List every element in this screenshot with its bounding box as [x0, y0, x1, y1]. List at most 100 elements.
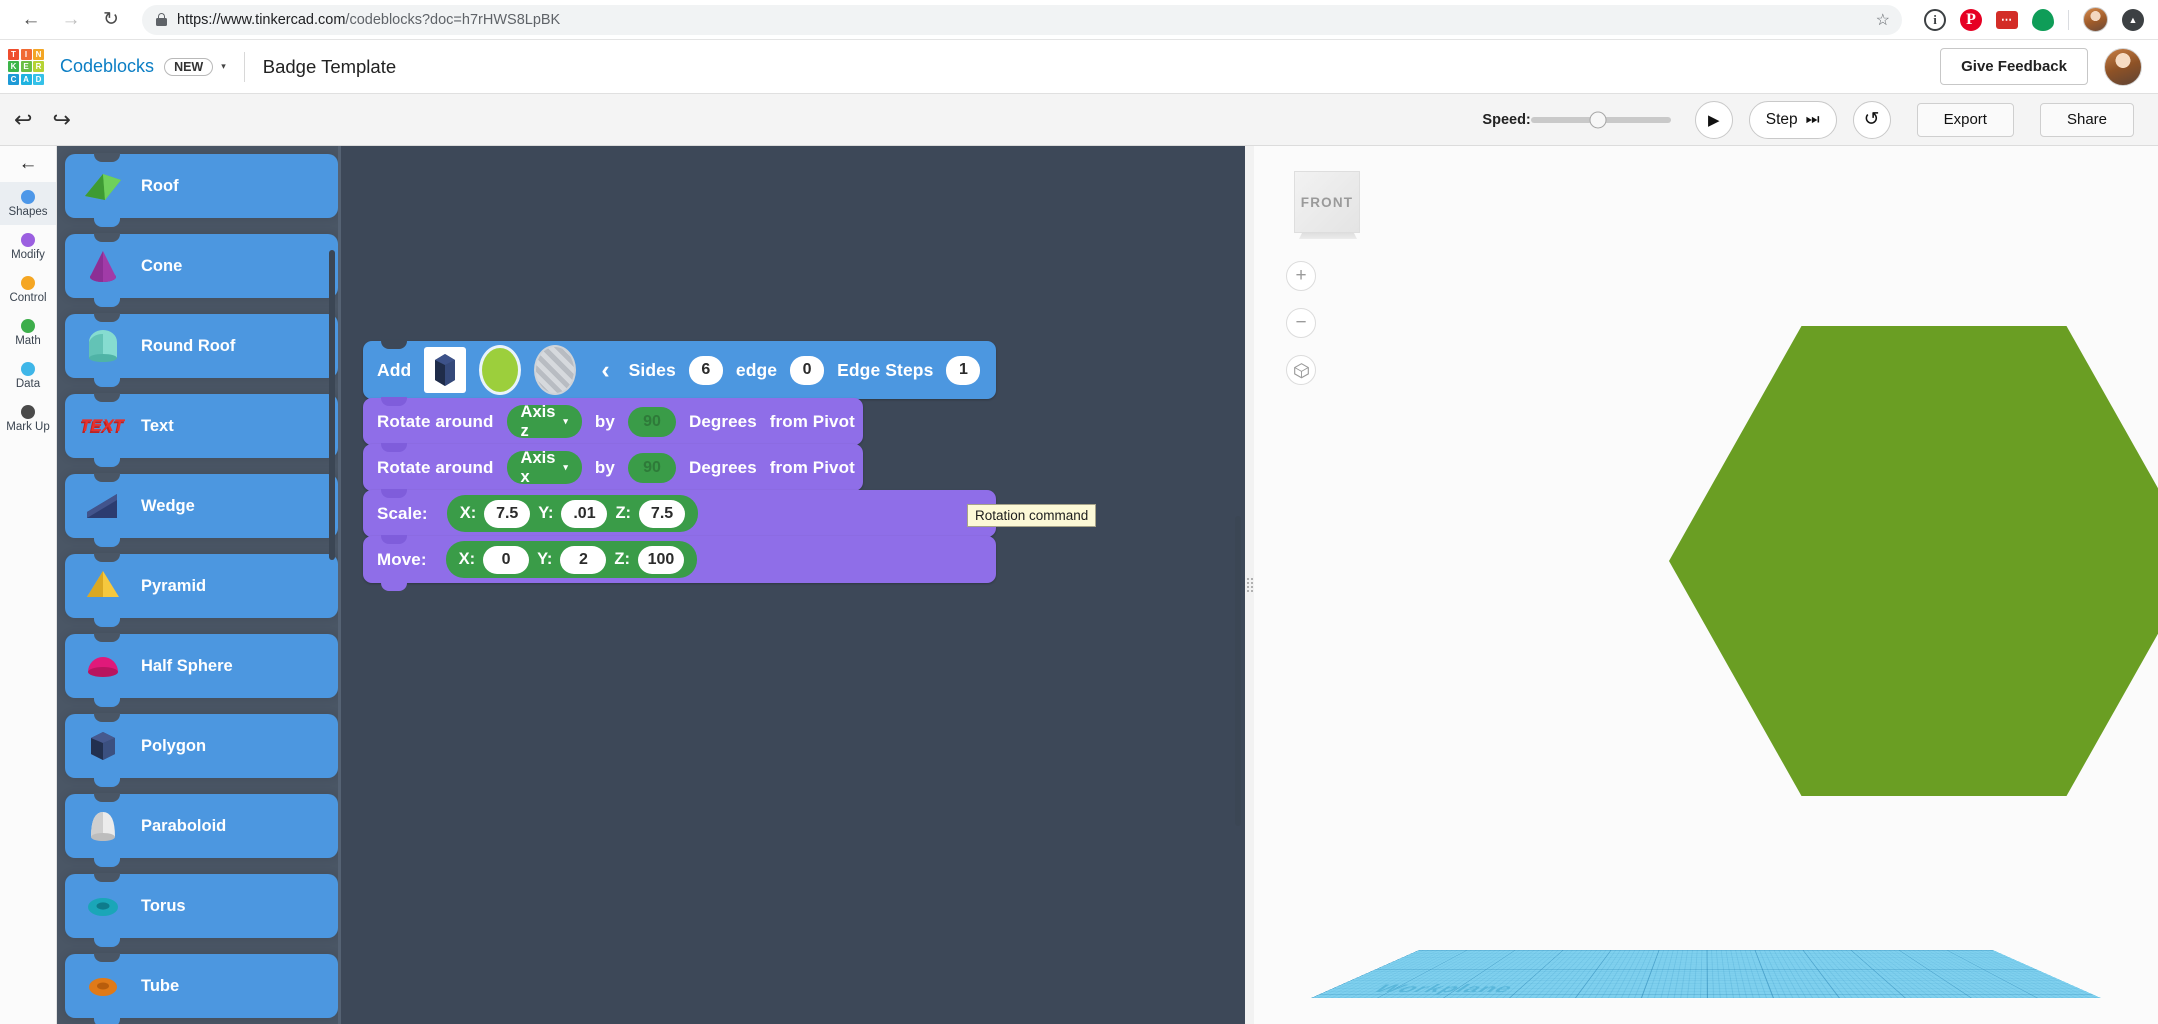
move-z-input[interactable]: 100: [637, 545, 684, 574]
undo-redo-group: ↩ ↪: [14, 108, 71, 131]
axis-dropdown-z[interactable]: Axis z ▾: [506, 403, 582, 440]
rail-item-label: Shapes: [8, 205, 48, 218]
shape-block-roof[interactable]: Roof: [65, 153, 338, 227]
workplane[interactable]: Workplane: [1254, 858, 2158, 998]
edge-steps-input[interactable]: 1: [946, 355, 981, 385]
logo-cell-i-1: I: [20, 48, 32, 60]
shape-block-round-roof[interactable]: Round Roof: [65, 313, 338, 387]
palette-scrollbar[interactable]: [329, 250, 335, 560]
shape-block-cone[interactable]: Cone: [65, 233, 338, 307]
editor-toolbar: ↩ ↪ Speed: ▶ Step ⏭ ↺ Export Share: [0, 94, 2158, 146]
code-block-stack[interactable]: Add ‹ Sides 6 edge 0 Edge Steps 1 Rotate…: [363, 340, 997, 594]
hole-ellipse-icon[interactable]: [534, 345, 577, 395]
shape-block-label: Roof: [141, 176, 179, 195]
export-button[interactable]: Export: [1916, 102, 2014, 137]
rail-item-control[interactable]: Control: [0, 268, 56, 311]
sides-input[interactable]: 6: [688, 355, 723, 385]
speed-label: Speed:: [1482, 111, 1531, 128]
logo-cell-d-8: D: [33, 73, 44, 85]
edge-input[interactable]: 0: [790, 355, 825, 385]
pinterest-extension-icon[interactable]: P: [1960, 8, 1982, 31]
rotate-label: Rotate around: [377, 411, 494, 431]
collapse-chevron-icon[interactable]: ‹: [601, 356, 609, 385]
degrees-input-z[interactable]: 90: [627, 406, 676, 437]
panel-splitter[interactable]: [1245, 146, 1254, 1024]
scale-values-group: X: 7.5 Y: .01 Z: 7.5: [446, 495, 699, 532]
axis-dropdown-x-value: Axis x: [520, 448, 556, 486]
shape-block-torus[interactable]: Torus: [65, 873, 338, 947]
rail-item-shapes[interactable]: Shapes: [0, 182, 56, 225]
rail-item-modify[interactable]: Modify: [0, 225, 56, 268]
scale-y-input[interactable]: .01: [561, 499, 608, 528]
document-title[interactable]: Badge Template: [263, 56, 396, 78]
hexagon-object[interactable]: [1669, 326, 2158, 796]
shape-block-pyramid[interactable]: Pyramid: [65, 553, 338, 627]
share-button[interactable]: Share: [2039, 102, 2134, 137]
3d-viewport[interactable]: FRONT + − Workplane: [1254, 146, 2158, 1024]
tinkercad-logo[interactable]: TIN KER CAD: [8, 48, 44, 85]
lastpass-extension-icon[interactable]: ⋯: [1996, 10, 2018, 29]
scale-x-input[interactable]: 7.5: [484, 499, 531, 528]
add-shape-block[interactable]: Add ‹ Sides 6 edge 0 Edge Steps 1: [363, 340, 997, 399]
shape-block-label: Text: [141, 416, 174, 435]
view-cube[interactable]: FRONT: [1294, 171, 1360, 233]
give-feedback-button[interactable]: Give Feedback: [1940, 48, 2088, 85]
move-block[interactable]: Move: X: 0 Y: 2 Z: 100: [363, 535, 997, 583]
speed-slider-thumb[interactable]: [1589, 111, 1607, 128]
shape-block-text[interactable]: TEXT TEXT Text: [65, 393, 338, 467]
zoom-out-button[interactable]: −: [1286, 308, 1316, 338]
shape-block-paraboloid[interactable]: Paraboloid: [65, 793, 338, 867]
shape-block-label: Half Sphere: [141, 656, 233, 675]
run-button[interactable]: ▶: [1694, 100, 1733, 139]
rail-item-math[interactable]: Math: [0, 311, 56, 354]
rail-item-label: Data: [15, 377, 41, 390]
info-extension-icon[interactable]: i: [1924, 8, 1946, 31]
code-canvas[interactable]: Add ‹ Sides 6 edge 0 Edge Steps 1 Rotate…: [338, 146, 1245, 1024]
shape-block-half-sphere[interactable]: Half Sphere: [65, 633, 338, 707]
redo-icon[interactable]: ↪: [52, 108, 70, 131]
shape-block-polygon[interactable]: Polygon: [65, 713, 338, 787]
reset-button[interactable]: ↺: [1852, 100, 1891, 139]
zoom-in-button[interactable]: +: [1286, 261, 1316, 291]
browser-back-button[interactable]: ←: [14, 3, 48, 37]
scale-z-input[interactable]: 7.5: [639, 499, 686, 528]
browser-profile-avatar[interactable]: [2083, 7, 2108, 32]
shape-block-label: Cone: [141, 256, 183, 275]
speed-slider[interactable]: [1530, 111, 1671, 128]
bookmark-star-icon[interactable]: ☆: [1876, 10, 1890, 30]
user-avatar[interactable]: [2104, 47, 2142, 86]
scale-block[interactable]: Scale: X: 7.5 Y: .01 Z: 7.5: [363, 489, 997, 537]
rail-item-data[interactable]: Data: [0, 354, 56, 397]
undo-icon[interactable]: ↩: [14, 108, 32, 131]
chevron-down-icon[interactable]: ▾: [221, 61, 226, 72]
upload-extension-icon[interactable]: [2122, 8, 2144, 31]
codeblocks-brand-link[interactable]: Codeblocks: [60, 56, 154, 77]
degrees-input-x[interactable]: 90: [627, 452, 676, 483]
rail-back-button[interactable]: ←: [0, 146, 56, 182]
solid-ellipse-icon[interactable]: [479, 345, 522, 395]
shape-block-wedge[interactable]: Wedge: [65, 473, 338, 547]
workplane-grid: Workplane: [1311, 950, 2101, 998]
shape-block-label: Pyramid: [141, 576, 207, 595]
browser-reload-button[interactable]: ↻: [94, 3, 128, 37]
polygon-solid-icon[interactable]: [424, 347, 467, 393]
rail-dot-icon: [21, 404, 35, 419]
rotate-block-x[interactable]: Rotate around Axis x ▾ by 90 Degrees fro…: [363, 443, 863, 491]
canvas-scrollbar[interactable]: [1235, 516, 1241, 826]
fit-to-view-button[interactable]: [1286, 355, 1316, 385]
move-x-input[interactable]: 0: [483, 545, 530, 574]
address-bar[interactable]: https://www.tinkercad.com/codeblocks?doc…: [142, 4, 1902, 35]
move-z-label: Z:: [614, 550, 630, 568]
shape-block-label: Tube: [141, 976, 180, 995]
rail-dot-icon: [21, 275, 35, 290]
rotate-block-z[interactable]: Rotate around Axis z ▾ by 90 Degrees fro…: [363, 397, 863, 445]
step-button[interactable]: Step ⏭: [1748, 100, 1837, 139]
onepassword-extension-icon[interactable]: [2032, 8, 2054, 31]
shape-block-tube[interactable]: Tube: [65, 953, 338, 1024]
axis-dropdown-x[interactable]: Axis x ▾: [506, 448, 582, 486]
by-label: by: [594, 411, 615, 431]
rail-item-mark-up[interactable]: Mark Up: [0, 397, 56, 440]
browser-forward-button[interactable]: →: [54, 3, 88, 37]
rail-dot-icon: [21, 318, 35, 333]
move-y-input[interactable]: 2: [560, 545, 607, 574]
